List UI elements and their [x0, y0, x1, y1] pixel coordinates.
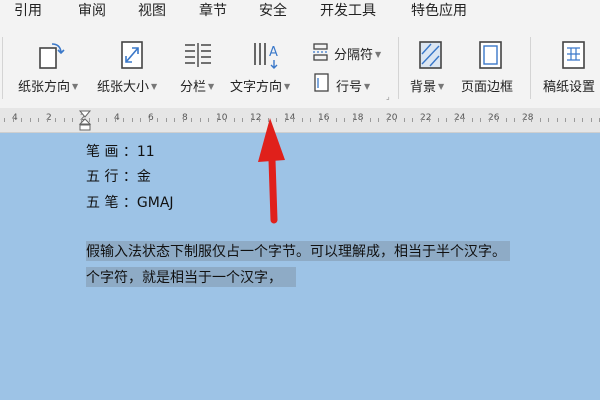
red-arrow-annotation	[258, 118, 285, 224]
